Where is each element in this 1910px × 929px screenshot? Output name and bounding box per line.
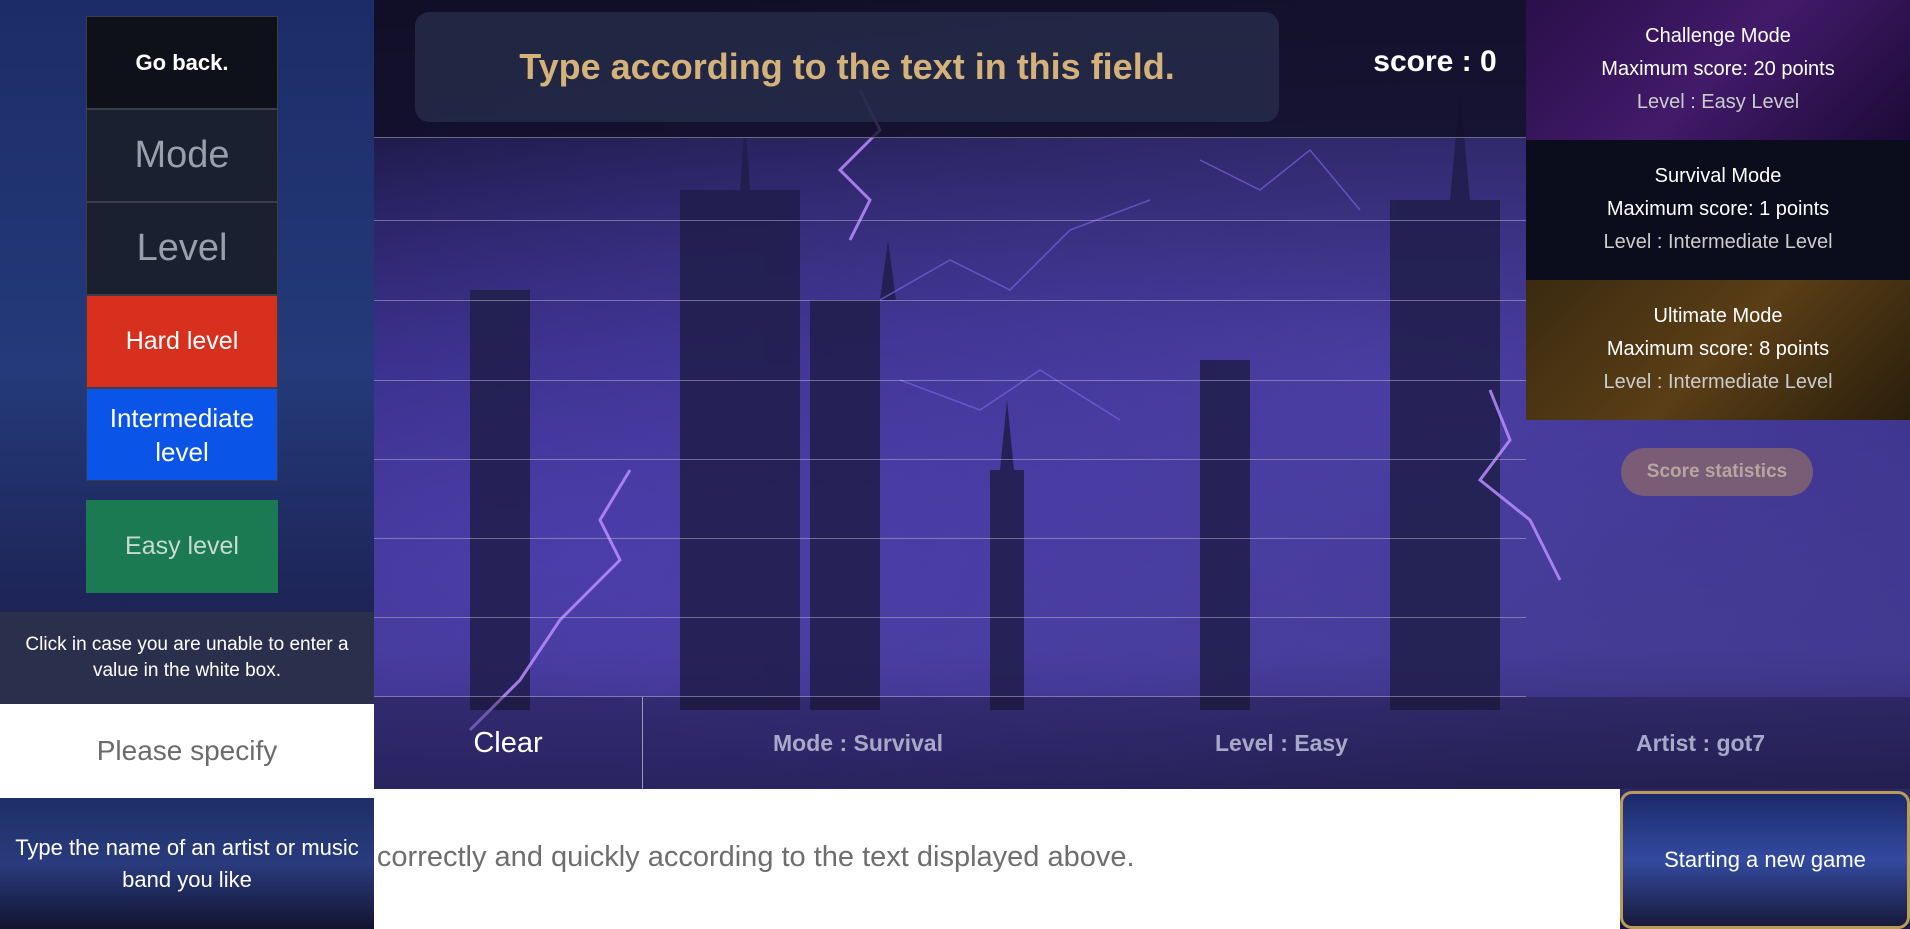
mode-card-max-score: Maximum score: 1 points <box>1606 198 1830 220</box>
status-artist: Artist : got7 <box>1636 730 1766 756</box>
status-mode: Mode : Survival <box>773 730 943 756</box>
mode-card-max-score: Maximum score: 20 points <box>1601 58 1835 80</box>
typing-input[interactable]: Type correctly and quickly according to … <box>374 789 1620 929</box>
status-level: Level : Easy <box>1215 730 1348 756</box>
hard-level-button[interactable]: Hard level <box>86 295 278 388</box>
level-button[interactable]: Level <box>86 202 278 295</box>
mode-card-title: Ultimate Mode <box>1653 305 1783 327</box>
guide-line <box>374 300 1526 301</box>
mode-card-level: Level : Intermediate Level <box>1603 231 1833 253</box>
guide-line <box>374 220 1526 221</box>
mode-card-title: Challenge Mode <box>1645 25 1791 47</box>
easy-level-button[interactable]: Easy level <box>86 500 278 593</box>
please-specify-button[interactable]: Please specify <box>0 704 374 798</box>
go-back-button[interactable]: Go back. <box>86 16 278 109</box>
mode-card-level: Level : Easy Level <box>1636 91 1800 113</box>
mode-button[interactable]: Mode <box>86 109 278 202</box>
guide-line <box>374 380 1526 381</box>
score-display: score : 0 <box>1373 45 1497 78</box>
typing-input-text: Type correctly and quickly according to … <box>374 841 1135 873</box>
challenge-mode-card[interactable]: Challenge Mode Maximum score: 20 points … <box>1526 0 1910 140</box>
guide-line <box>374 459 1526 460</box>
survival-mode-card[interactable]: Survival Mode Maximum score: 1 points Le… <box>1526 140 1910 280</box>
clear-button[interactable]: Clear <box>374 697 643 789</box>
artist-hint: Type the name of an artist or music band… <box>0 798 374 929</box>
guide-line <box>374 617 1526 618</box>
guide-line <box>374 538 1526 539</box>
help-note: Click in case you are unable to enter a … <box>0 612 374 704</box>
new-game-button[interactable]: Starting a new game <box>1620 791 1910 929</box>
ultimate-mode-card[interactable]: Ultimate Mode Maximum score: 8 points Le… <box>1526 280 1910 420</box>
mode-card-max-score: Maximum score: 8 points <box>1606 338 1830 360</box>
mode-card-level: Level : Intermediate Level <box>1603 371 1833 393</box>
prompt-text-field: Type according to the text in this field… <box>415 12 1279 122</box>
score-statistics-button[interactable]: Score statistics <box>1621 448 1813 496</box>
intermediate-level-button[interactable]: Intermediate level <box>86 388 278 481</box>
mode-card-title: Survival Mode <box>1654 165 1782 187</box>
